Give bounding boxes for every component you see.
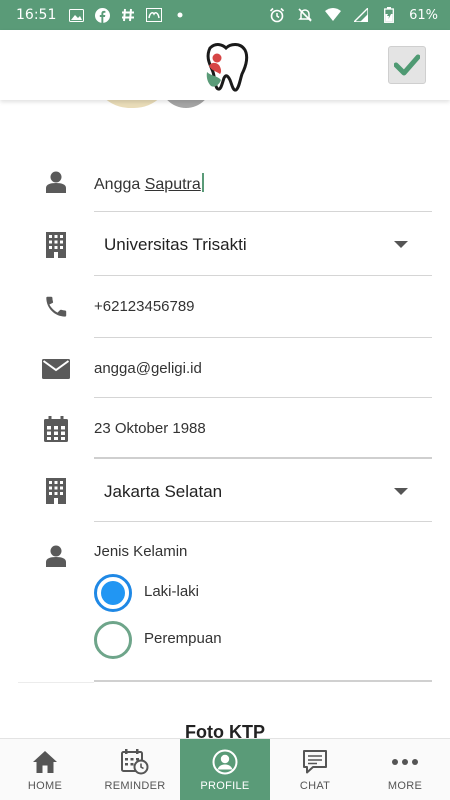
battery-percent: 61%: [409, 7, 438, 23]
birthdate-field[interactable]: 23 Oktober 1988: [94, 420, 206, 437]
radio-laki-laki[interactable]: [94, 574, 132, 612]
tooth-logo-icon: [196, 38, 252, 94]
app-header: [0, 30, 450, 100]
nav-profile-label: PROFILE: [200, 780, 250, 792]
nav-chat[interactable]: CHAT: [270, 739, 360, 800]
gender-row: Jenis Kelamin Laki-laki Perempuan: [0, 522, 450, 682]
dot-icon: [172, 7, 188, 23]
phone-row: +62123456789: [0, 276, 450, 338]
system-icons: 61%: [269, 7, 438, 23]
gallery-icon: [68, 7, 84, 23]
calendar-clock-icon: [121, 748, 149, 776]
profile-icon: [211, 748, 239, 776]
chat-icon: [301, 748, 329, 776]
radio-label-laki-laki: Laki-laki: [144, 583, 200, 600]
chevron-down-icon: [394, 488, 408, 495]
person-icon: [42, 168, 70, 196]
more-icon: [391, 748, 419, 776]
nav-reminder[interactable]: REMINDER: [90, 739, 180, 800]
birthdate-row[interactable]: 23 Oktober 1988: [0, 398, 450, 459]
save-button[interactable]: [388, 46, 426, 84]
university-row[interactable]: Universitas Trisakti: [0, 214, 450, 276]
person-icon: [42, 542, 70, 570]
gender-label: Jenis Kelamin: [94, 543, 188, 560]
nav-home[interactable]: HOME: [0, 739, 90, 800]
alarm-icon: [269, 7, 285, 23]
wifi-icon: [325, 7, 342, 23]
facebook-icon: [94, 7, 110, 23]
birthdate-divider: [94, 457, 432, 459]
building-icon: [42, 477, 70, 505]
text-cursor: [201, 173, 204, 192]
email-field[interactable]: angga@geligi.id: [94, 360, 202, 377]
chevron-down-icon: [394, 241, 408, 248]
name-divider: [94, 211, 432, 212]
name-row: Angga Saputra: [0, 164, 450, 214]
bottom-nav: HOME REMINDER PROFILE CHAT MORE: [0, 738, 450, 800]
name-first: Angga: [94, 176, 141, 193]
nav-reminder-label: REMINDER: [104, 780, 166, 792]
section-divider-left: [18, 682, 94, 683]
status-bar: 16:51 61%: [0, 0, 450, 30]
nav-chat-label: CHAT: [299, 780, 331, 792]
radio-label-perempuan: Perempuan: [144, 630, 222, 647]
nav-more-label: MORE: [387, 780, 423, 792]
building-icon: [42, 231, 70, 259]
notification-icons: [68, 7, 188, 23]
nav-more[interactable]: MORE: [360, 739, 450, 800]
phone-field[interactable]: +62123456789: [94, 298, 195, 315]
status-time: 16:51: [16, 7, 57, 23]
nav-home-label: HOME: [27, 780, 63, 792]
home-icon: [31, 748, 59, 776]
city-select[interactable]: Jakarta Selatan: [104, 482, 222, 502]
name-second: Saputra: [144, 176, 201, 193]
radio-perempuan[interactable]: [94, 621, 132, 659]
city-row[interactable]: Jakarta Selatan: [0, 460, 450, 522]
battery-icon: [381, 7, 397, 23]
mute-icon: [297, 7, 313, 23]
checkmark-icon: [394, 54, 420, 76]
signal-icon: [353, 7, 369, 23]
app-notification-icon: [146, 7, 163, 23]
mail-icon: [40, 355, 72, 383]
nav-profile[interactable]: PROFILE: [180, 739, 270, 800]
phone-icon: [42, 292, 70, 320]
email-row: angga@geligi.id: [0, 338, 450, 398]
name-field[interactable]: Angga Saputra: [94, 173, 204, 194]
university-select[interactable]: Universitas Trisakti: [104, 235, 247, 255]
gender-divider: [94, 680, 432, 682]
calendar-icon: [42, 415, 70, 443]
hashtag-icon: [120, 7, 136, 23]
